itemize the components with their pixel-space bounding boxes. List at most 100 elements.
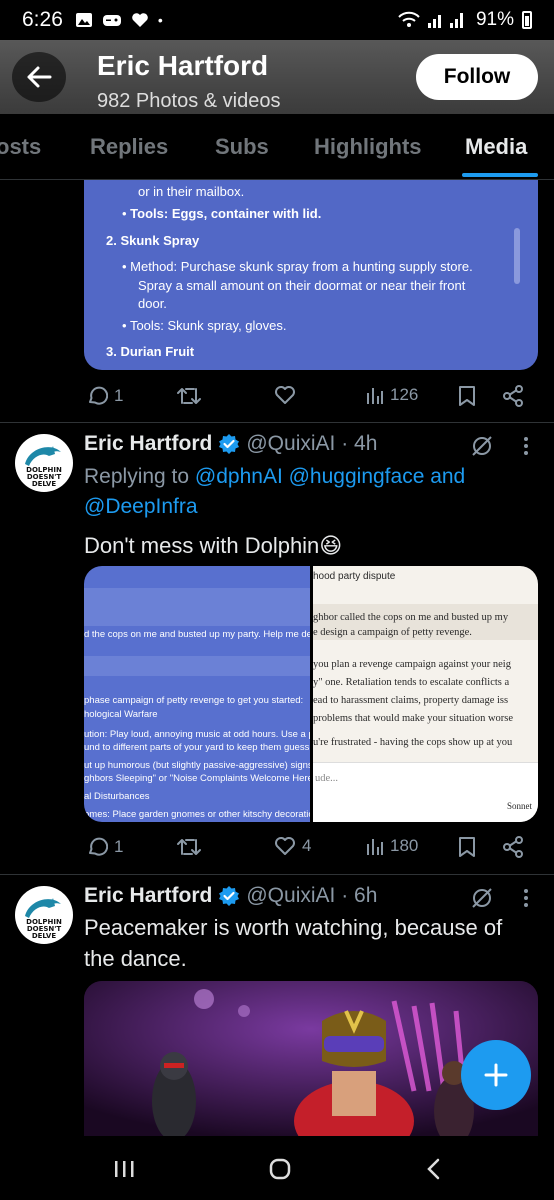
image-text-line: ude... bbox=[315, 773, 339, 784]
media-text-line: or in their mailbox. bbox=[138, 184, 245, 199]
image-text-line: und to different parts of your yard to k… bbox=[84, 742, 310, 753]
reply-count: 1 bbox=[114, 837, 124, 856]
image-text-line: y" one. Retaliation tends to escalate co… bbox=[313, 677, 510, 688]
media-text-line: Spray a small amount on their doormat or… bbox=[138, 278, 466, 293]
media-text-line: Tools: Skunk spray, gloves. bbox=[129, 318, 287, 333]
share-button[interactable] bbox=[502, 385, 524, 407]
like-icon bbox=[275, 837, 295, 855]
post-divider bbox=[0, 422, 554, 423]
author-handle: @QuixiAI · 4h bbox=[246, 432, 378, 455]
avatar-text: DELVE bbox=[32, 932, 57, 940]
image-text-line: hood party dispute bbox=[313, 571, 396, 582]
plus-icon bbox=[484, 1063, 508, 1087]
author-name[interactable]: Eric Hartford bbox=[84, 884, 212, 908]
back-button[interactable] bbox=[12, 52, 66, 102]
image-text-line: ghbor called the cops on me and busted u… bbox=[313, 612, 509, 623]
retweet-icon bbox=[177, 839, 201, 855]
views-button[interactable]: 126 bbox=[366, 385, 418, 405]
image-text-line: omes: Place garden gnomes or other kitsc… bbox=[84, 809, 310, 820]
compose-button[interactable] bbox=[461, 1040, 531, 1110]
share-icon bbox=[503, 385, 523, 407]
image-text-line: al Disturbances bbox=[84, 791, 150, 802]
follow-button[interactable]: Follow bbox=[416, 54, 538, 100]
post2-image-left[interactable]: d the cops on me and busted up my party.… bbox=[84, 566, 310, 822]
reply-icon bbox=[89, 386, 108, 405]
media-text-line: 2. Skunk Spray bbox=[106, 233, 200, 248]
image-text-line: u're frustrated - having the cops show u… bbox=[313, 737, 513, 748]
bookmark-button[interactable] bbox=[458, 385, 476, 407]
wifi-icon bbox=[398, 11, 420, 27]
reply-button[interactable]: 1 bbox=[86, 385, 123, 407]
image-text-line: e design a campaign of petty revenge. bbox=[313, 627, 472, 638]
image-text-line: phase campaign of petty revenge to get y… bbox=[84, 695, 304, 706]
back-nav-button[interactable] bbox=[414, 1152, 454, 1186]
notification-icons: • bbox=[75, 11, 163, 29]
tab-highlights[interactable]: Highlights bbox=[314, 134, 422, 160]
media-text-line: Tools: Eggs, container with lid. bbox=[130, 206, 322, 221]
image-text-line: Sonnet bbox=[507, 801, 533, 811]
dolphin-avatar-icon: DOLPHIN DOESN'T DELVE bbox=[16, 887, 72, 943]
grok-icon[interactable] bbox=[470, 434, 494, 458]
tab-posts[interactable]: osts bbox=[0, 134, 41, 160]
like-button[interactable]: 4 bbox=[274, 836, 311, 856]
system-nav-bar bbox=[0, 1136, 554, 1200]
media-text-line: 3. Durian Fruit bbox=[106, 344, 195, 359]
signal-icon bbox=[427, 13, 463, 28]
views-count: 126 bbox=[390, 385, 419, 404]
bookmark-icon bbox=[459, 837, 475, 857]
battery-percent: 91% bbox=[475, 9, 514, 30]
status-bar: 6:26 • 91% bbox=[0, 0, 554, 40]
post1-media-image[interactable]: or in their mailbox. • Tools: Eggs, cont… bbox=[84, 180, 538, 370]
tab-replies[interactable]: Replies bbox=[90, 134, 168, 160]
post-divider bbox=[0, 874, 554, 875]
media-text-line: door. bbox=[138, 296, 167, 311]
retweet-button[interactable] bbox=[176, 385, 202, 407]
views-icon bbox=[367, 839, 383, 855]
status-right: 91% bbox=[398, 9, 532, 31]
more-icon[interactable] bbox=[520, 886, 532, 910]
tab-subs[interactable]: Subs bbox=[215, 134, 269, 160]
profile-tabs: osts Replies Subs Highlights Media bbox=[0, 114, 554, 180]
media-text-line: • Method: Purchase skunk spray from a hu… bbox=[122, 259, 473, 274]
verified-badge-icon bbox=[219, 886, 240, 906]
author-name[interactable]: Eric Hartford bbox=[84, 432, 212, 456]
post2-author-line: Eric Hartford @QuixiAI · 4h bbox=[84, 432, 377, 456]
more-icon[interactable] bbox=[520, 434, 532, 458]
tab-media[interactable]: Media bbox=[465, 134, 527, 160]
heart-status-icon bbox=[132, 13, 148, 27]
avatar[interactable]: DOLPHIN DOESN'T DELVE bbox=[15, 886, 73, 944]
retweet-icon bbox=[177, 388, 201, 404]
image-text-line: you plan a revenge campaign against your… bbox=[313, 659, 511, 670]
views-button[interactable]: 180 bbox=[366, 836, 418, 856]
image-text-line: d the cops on me and busted up my party.… bbox=[84, 629, 310, 640]
bookmark-icon bbox=[459, 386, 475, 406]
post2-image-right[interactable]: hood party dispute ghbor called the cops… bbox=[313, 566, 538, 822]
like-icon bbox=[275, 386, 295, 404]
image-text-line: ead to harassment claims, property damag… bbox=[313, 695, 509, 706]
avatar[interactable]: DOLPHIN DOESN'T DELVE bbox=[15, 434, 73, 492]
like-button[interactable] bbox=[274, 385, 296, 405]
home-button[interactable] bbox=[260, 1152, 300, 1186]
views-count: 180 bbox=[390, 836, 419, 855]
retweet-button[interactable] bbox=[176, 836, 202, 858]
bookmark-button[interactable] bbox=[458, 836, 476, 858]
share-button[interactable] bbox=[502, 836, 524, 858]
home-icon bbox=[269, 1158, 291, 1180]
post3-author-line: Eric Hartford @QuixiAI · 6h bbox=[84, 884, 377, 908]
avatar-text: DELVE bbox=[32, 480, 57, 488]
media-text-line: • Tools: Skunk spray, gloves. bbox=[122, 318, 287, 333]
image-text-line: ut up humorous (but slightly passive-agg… bbox=[84, 760, 310, 771]
post2-actions: 1 4 180 bbox=[0, 828, 554, 868]
share-icon bbox=[503, 836, 523, 858]
media-text-line: Method: Purchase skunk spray from a hunt… bbox=[130, 259, 473, 274]
reply-button[interactable]: 1 bbox=[86, 836, 123, 858]
profile-name: Eric Hartford bbox=[97, 50, 269, 81]
verified-badge-icon bbox=[219, 434, 240, 454]
grok-icon[interactable] bbox=[470, 886, 494, 910]
battery-icon bbox=[522, 11, 532, 29]
recent-apps-button[interactable] bbox=[104, 1152, 144, 1186]
image-text-line: problems that would make your situation … bbox=[313, 713, 514, 724]
views-icon bbox=[367, 388, 383, 404]
gallery-icon bbox=[75, 13, 92, 27]
dot-icon: • bbox=[157, 12, 163, 28]
